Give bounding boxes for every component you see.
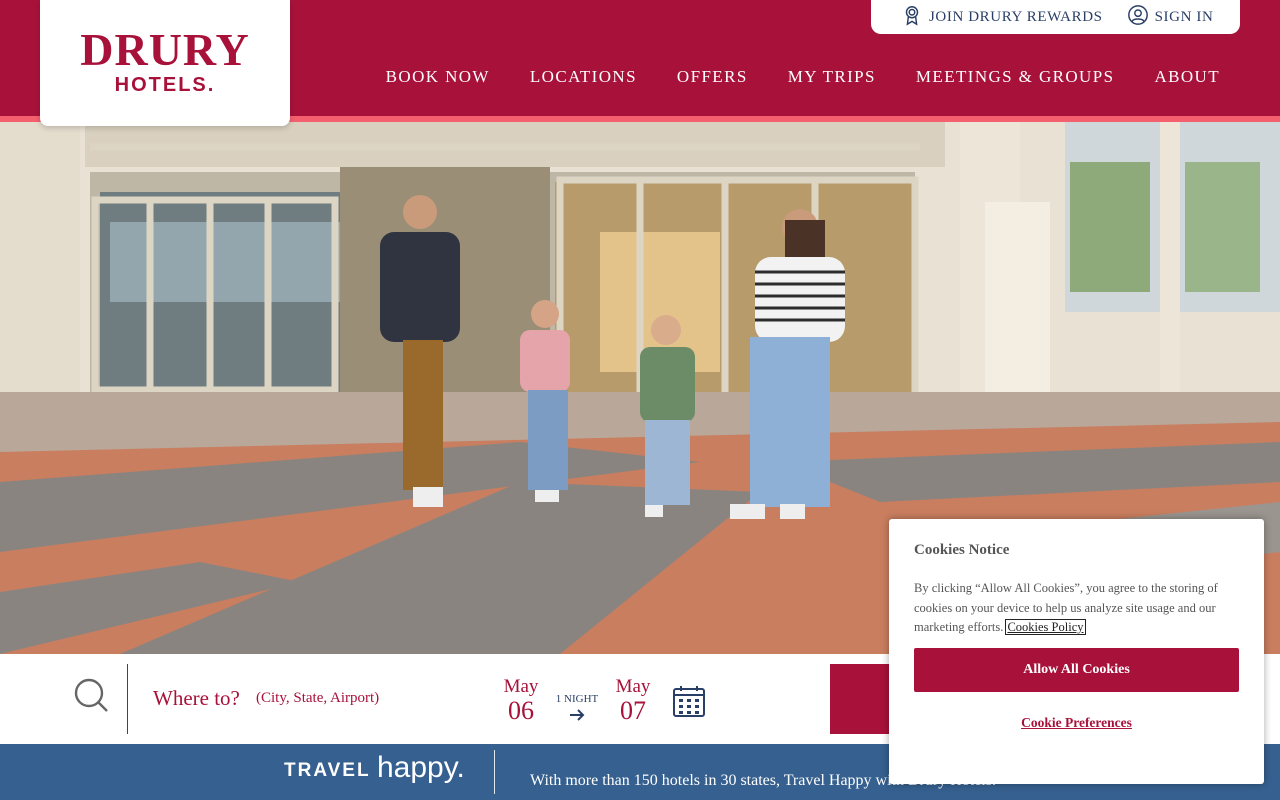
nights-count: 1 NIGHT (555, 693, 599, 705)
travel-happy-logo-happy: happy. (377, 751, 465, 784)
nav-meetings-groups[interactable]: MEETINGS & GROUPS (916, 66, 1115, 88)
nav-book-now[interactable]: BOOK NOW (386, 66, 490, 88)
join-rewards-label: JOIN DRURY REWARDS (929, 8, 1103, 25)
checkin-month: May (503, 676, 539, 697)
checkin-date[interactable]: May 06 (501, 676, 541, 724)
drury-hotels-logo[interactable]: DRURY HOTELS. (40, 0, 290, 126)
checkout-day: 07 (620, 696, 646, 725)
cookie-notice-dialog: Cookies Notice By clicking “Allow All Co… (889, 519, 1264, 784)
allow-all-cookies-button[interactable]: Allow All Cookies (914, 648, 1239, 692)
award-ribbon-icon (901, 4, 923, 31)
cookie-notice-title: Cookies Notice (914, 542, 1010, 558)
nav-offers[interactable]: OFFERS (677, 66, 748, 88)
calendar-icon[interactable] (672, 684, 706, 718)
travel-happy-logo-travel: TRAVEL (284, 760, 371, 781)
checkout-month: May (615, 676, 651, 697)
checkin-day: 06 (508, 696, 534, 725)
main-navigation: BOOK NOW LOCATIONS OFFERS MY TRIPS MEETI… (386, 66, 1220, 88)
arrow-right-icon (568, 708, 586, 722)
join-rewards-link[interactable]: JOIN DRURY REWARDS (901, 4, 1103, 31)
nav-about[interactable]: ABOUT (1154, 66, 1220, 88)
logo-drury-text: DRURY (80, 24, 250, 75)
travel-banner-divider (494, 750, 495, 794)
sign-in-link[interactable]: SIGN IN (1127, 4, 1214, 31)
destination-input-hint[interactable]: (City, State, Airport) (256, 689, 379, 707)
cookies-policy-link[interactable]: Cookies Policy (1005, 619, 1086, 635)
utility-bar: JOIN DRURY REWARDS SIGN IN (871, 0, 1240, 34)
cookie-notice-body: By clicking “Allow All Cookies”, you agr… (914, 579, 1254, 638)
cookie-preferences-link[interactable]: Cookie Preferences (914, 714, 1239, 732)
search-icon[interactable] (70, 674, 112, 716)
nav-my-trips[interactable]: MY TRIPS (788, 66, 876, 88)
checkout-date[interactable]: May 07 (613, 676, 653, 724)
user-circle-icon (1127, 4, 1149, 31)
destination-input-label[interactable]: Where to? (153, 686, 240, 710)
sign-in-label: SIGN IN (1154, 8, 1214, 25)
logo-hotels-text: HOTELS. (114, 74, 216, 96)
nav-locations[interactable]: LOCATIONS (530, 66, 637, 88)
booking-divider (127, 664, 128, 734)
